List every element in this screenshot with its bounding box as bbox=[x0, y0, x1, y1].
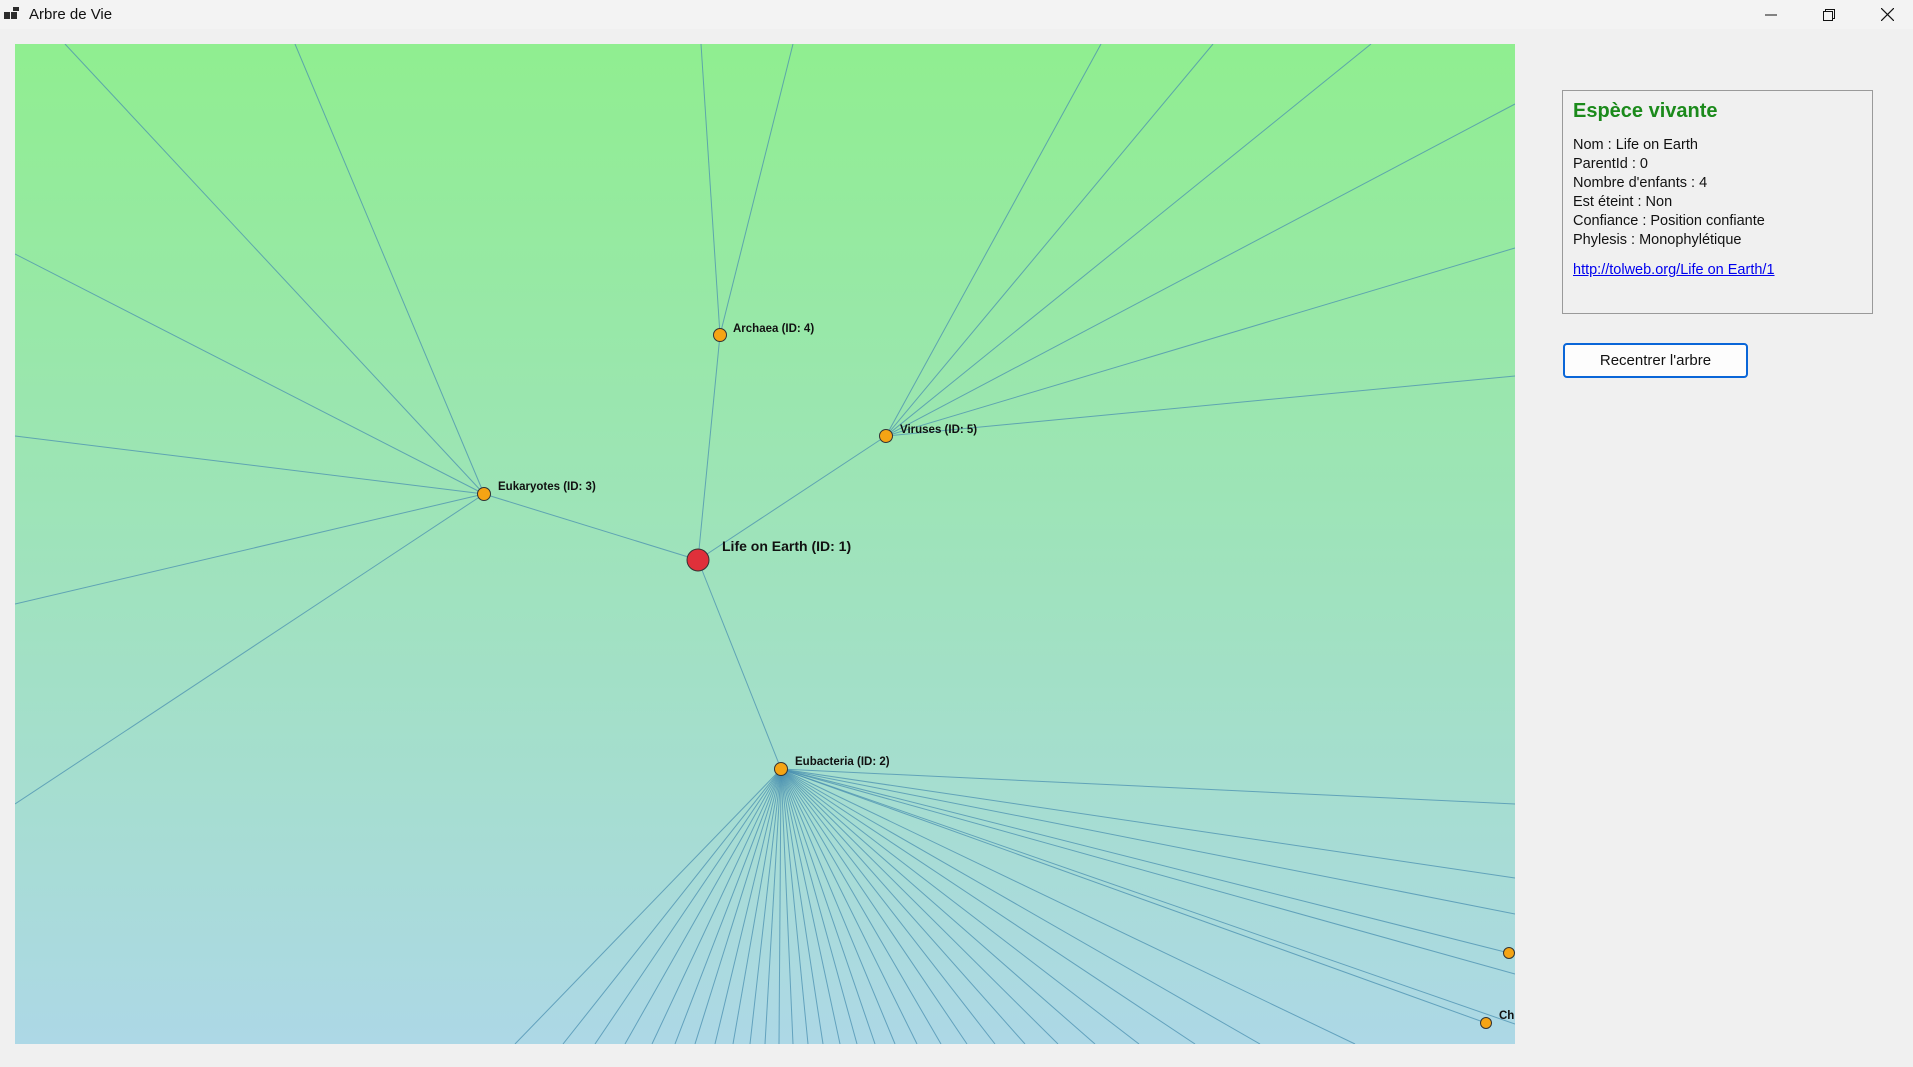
tree-edge-root bbox=[697, 334, 721, 561]
tree-edge-eukaryotes bbox=[64, 44, 485, 495]
tree-node-archaea[interactable] bbox=[713, 328, 727, 342]
info-extinct: Est éteint : Non bbox=[1573, 194, 1673, 210]
tree-label-eubacteria: Eubacteria (ID: 2) bbox=[795, 756, 890, 768]
tree-edge-archaea bbox=[700, 44, 721, 336]
tree-label-root: Life on Earth (ID: 1) bbox=[722, 538, 851, 554]
tolweb-link[interactable]: http://tolweb.org/Life on Earth/1 bbox=[1573, 262, 1775, 278]
tree-edge-eubacteria bbox=[780, 768, 809, 1044]
minimize-icon bbox=[1765, 14, 1777, 15]
close-icon bbox=[1880, 8, 1894, 21]
tree-edge-eubacteria bbox=[780, 768, 968, 1044]
tree-edge-viruses bbox=[885, 247, 1515, 437]
tree-node-viruses[interactable] bbox=[879, 429, 893, 443]
tree-edge-eubacteria bbox=[780, 768, 841, 1044]
tree-edge-eukaryotes bbox=[15, 493, 485, 805]
tree-edge-viruses bbox=[885, 103, 1515, 437]
tree-edge-archaea bbox=[719, 44, 794, 336]
restore-icon bbox=[1823, 8, 1835, 21]
info-children-count: Nombre d'enfants : 4 bbox=[1573, 175, 1708, 191]
tree-edge-eubacteria bbox=[780, 768, 1140, 1044]
restore-button[interactable] bbox=[1800, 0, 1858, 29]
tree-canvas[interactable]: Life on Earth (ID: 1) Eubacteria (ID: 2)… bbox=[15, 44, 1515, 1044]
tree-edge-eubacteria bbox=[780, 768, 1261, 1044]
tree-graph[interactable]: Life on Earth (ID: 1) Eubacteria (ID: 2)… bbox=[15, 44, 1515, 1044]
tree-label-viruses: Viruses (ID: 5) bbox=[900, 424, 977, 436]
tree-edge-eubacteria bbox=[780, 768, 896, 1044]
tree-edge-eukaryotes bbox=[15, 435, 485, 495]
tree-label-chl: Chl bbox=[1499, 1010, 1515, 1022]
tree-edge-eubacteria bbox=[780, 768, 1515, 1025]
info-confidence: Confiance : Position confiante bbox=[1573, 213, 1765, 229]
tree-edge-eubacteria bbox=[780, 768, 1356, 1044]
tree-edge-eubacteria bbox=[732, 768, 782, 1044]
tree-edge-eubacteria bbox=[780, 768, 1515, 915]
tree-edge-eubacteria bbox=[764, 768, 782, 1044]
tree-edge-eukaryotes bbox=[15, 493, 485, 605]
app-grid-icon bbox=[4, 7, 20, 21]
info-panel-title: Espèce vivante bbox=[1573, 100, 1718, 122]
tree-node-eukaryotes[interactable] bbox=[477, 487, 491, 501]
minimize-button[interactable] bbox=[1742, 0, 1800, 29]
tree-edge-viruses bbox=[885, 44, 1214, 437]
tree-edge-viruses bbox=[885, 44, 1372, 437]
tree-node-chl[interactable] bbox=[1480, 1017, 1492, 1029]
tree-edge-eubacteria bbox=[651, 768, 782, 1044]
tree-edge-eubacteria bbox=[694, 768, 782, 1044]
tree-edge-eukaryotes bbox=[294, 44, 485, 495]
window-title: Arbre de Vie bbox=[29, 6, 113, 23]
tree-edge-eubacteria bbox=[780, 768, 1059, 1044]
title-bar: Arbre de Vie bbox=[0, 0, 1913, 29]
tree-label-eukaryotes: Eukaryotes (ID: 3) bbox=[498, 481, 596, 493]
tree-edge-eubacteria bbox=[778, 768, 782, 1044]
tree-node-root[interactable] bbox=[686, 548, 710, 572]
tree-node-offscreen-1[interactable] bbox=[1503, 947, 1515, 959]
close-button[interactable] bbox=[1858, 0, 1913, 29]
tree-label-archaea: Archaea (ID: 4) bbox=[733, 323, 814, 335]
tree-edge-eubacteria bbox=[780, 768, 996, 1044]
tree-edge-root bbox=[697, 559, 782, 770]
info-parent-id: ParentId : 0 bbox=[1573, 156, 1648, 172]
recenter-tree-button[interactable]: Recentrer l'arbre bbox=[1563, 343, 1748, 378]
tree-edge-eubacteria bbox=[780, 768, 1487, 1024]
tree-edge-viruses bbox=[885, 375, 1515, 437]
tree-edge-eubacteria bbox=[780, 768, 1515, 805]
tree-edge-root bbox=[483, 493, 699, 561]
tree-edge-viruses bbox=[885, 44, 1102, 437]
info-phylesis: Phylesis : Monophylétique bbox=[1573, 232, 1742, 248]
info-name: Nom : Life on Earth bbox=[1573, 137, 1698, 153]
species-info-panel: Espèce vivante Nom : Life on Earth Paren… bbox=[1562, 90, 1873, 314]
tree-node-eubacteria[interactable] bbox=[774, 762, 788, 776]
tree-edge-eukaryotes bbox=[15, 253, 485, 495]
tree-edge-eubacteria bbox=[780, 768, 858, 1044]
tree-edge-eubacteria bbox=[594, 768, 782, 1044]
tree-edge-eubacteria bbox=[780, 768, 1515, 975]
